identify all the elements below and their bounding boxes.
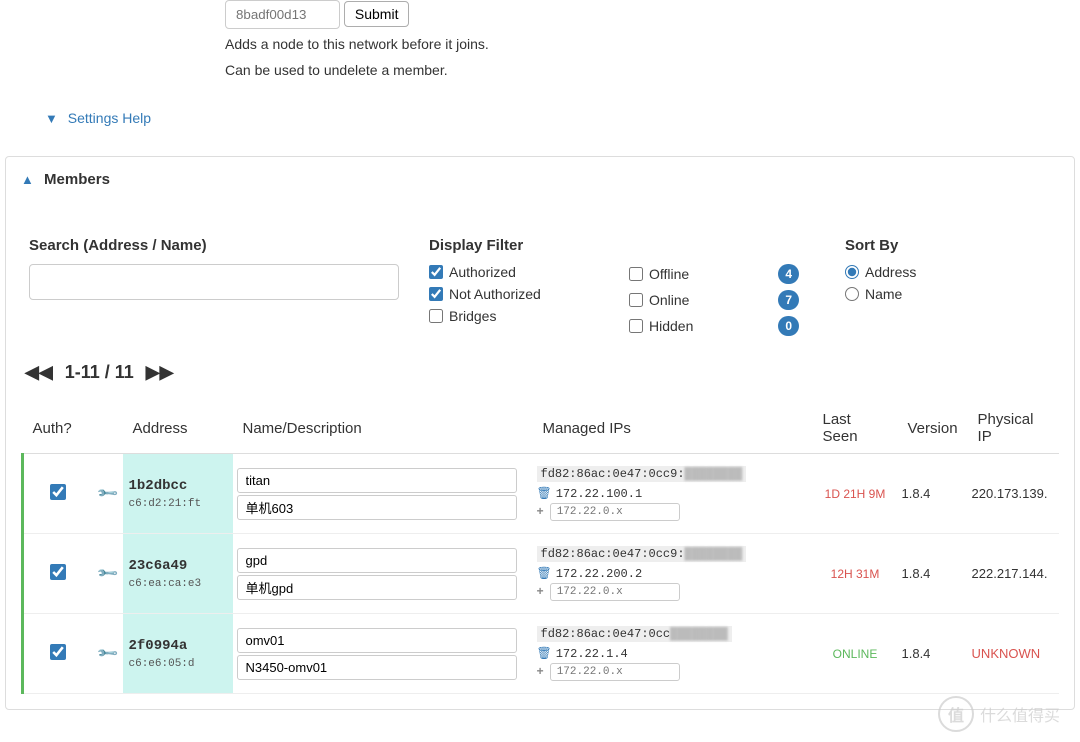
- col-name: Name/Description: [233, 403, 533, 454]
- address-main[interactable]: 2f0994a: [129, 638, 227, 654]
- col-managed-ips: Managed IPs: [533, 403, 813, 454]
- version: 1.8.4: [898, 534, 968, 614]
- name-input[interactable]: [237, 628, 517, 653]
- ip-v4: 172.22.200.2: [556, 567, 642, 581]
- last-seen: 1D 21H 9M: [813, 454, 898, 534]
- desc-input[interactable]: [237, 655, 517, 680]
- table-row: 🔧 2f0994a c6:e6:05:d fd82:86ac:0e47:0cc████…: [23, 614, 1060, 694]
- physical-ip: 222.217.144.: [968, 534, 1059, 614]
- table-row: 🔧 23c6a49 c6:ea:ca:e3 fd82:86ac:0e47:0cc9:█…: [23, 534, 1060, 614]
- filter-hidden[interactable]: [629, 319, 643, 333]
- settings-help-label: Settings Help: [68, 110, 151, 126]
- address-main[interactable]: 1b2dbcc: [129, 478, 227, 494]
- wrench-icon[interactable]: 🔧: [95, 642, 119, 666]
- physical-ip: 220.173.139.: [968, 454, 1059, 534]
- page-range: 1-11 / 11: [65, 362, 134, 383]
- col-last-seen: Last Seen: [813, 403, 898, 454]
- plus-icon[interactable]: +: [537, 585, 544, 599]
- col-version: Version: [898, 403, 968, 454]
- col-address: Address: [123, 403, 233, 454]
- ip-v6: fd82:86ac:0e47:0cc████████: [537, 626, 732, 642]
- badge-online: 7: [778, 290, 799, 310]
- address-mac: c6:ea:ca:e3: [129, 578, 227, 590]
- trash-icon[interactable]: 🗑: [537, 486, 552, 501]
- badge-offline: 4: [778, 264, 799, 284]
- ip-v4: 172.22.1.4: [556, 647, 628, 661]
- sort-name[interactable]: [845, 287, 859, 301]
- wrench-icon[interactable]: 🔧: [95, 482, 119, 506]
- auth-checkbox[interactable]: [50, 564, 66, 580]
- ip-v6: fd82:86ac:0e47:0cc9:████████: [537, 466, 747, 482]
- ip-add-input[interactable]: [550, 503, 680, 521]
- sort-by-label: Sort By: [845, 237, 1079, 254]
- ip-add-input[interactable]: [550, 583, 680, 601]
- version: 1.8.4: [898, 614, 968, 694]
- plus-icon[interactable]: +: [537, 665, 544, 679]
- filter-not-authorized[interactable]: [429, 287, 443, 301]
- desc-input[interactable]: [237, 495, 517, 520]
- search-label: Search (Address / Name): [29, 237, 413, 254]
- col-auth: Auth?: [23, 403, 93, 454]
- settings-help-link[interactable]: ▼ Settings Help: [45, 110, 151, 126]
- name-input[interactable]: [237, 468, 517, 493]
- add-node-help1: Adds a node to this network before it jo…: [225, 35, 1065, 55]
- ip-v6: fd82:86ac:0e47:0cc9:████████: [537, 546, 747, 562]
- col-physical-ip: Physical IP: [968, 403, 1059, 454]
- page-first-icon[interactable]: ◀◀: [25, 362, 53, 383]
- add-node-input[interactable]: [225, 0, 340, 29]
- arrow-down-icon: ▼: [45, 111, 58, 126]
- trash-icon[interactable]: 🗑: [537, 646, 552, 661]
- wrench-icon[interactable]: 🔧: [95, 562, 119, 586]
- version: 1.8.4: [898, 454, 968, 534]
- search-input[interactable]: [29, 264, 399, 300]
- plus-icon[interactable]: +: [537, 505, 544, 519]
- physical-ip: UNKNOWN: [968, 614, 1059, 694]
- address-mac: c6:d2:21:ft: [129, 498, 227, 510]
- badge-hidden: 0: [778, 316, 799, 336]
- trash-icon[interactable]: 🗑: [537, 566, 552, 581]
- name-input[interactable]: [237, 548, 517, 573]
- ip-add-input[interactable]: [550, 663, 680, 681]
- members-heading[interactable]: ▲ Members: [6, 157, 1074, 202]
- filter-online[interactable]: [629, 293, 643, 307]
- last-seen: ONLINE: [813, 614, 898, 694]
- submit-button[interactable]: Submit: [344, 1, 410, 27]
- ip-v4: 172.22.100.1: [556, 487, 642, 501]
- filter-offline[interactable]: [629, 267, 643, 281]
- filter-bridges[interactable]: [429, 309, 443, 323]
- arrow-up-icon: ▲: [21, 172, 34, 187]
- last-seen: 12H 31M: [813, 534, 898, 614]
- filter-authorized[interactable]: [429, 265, 443, 279]
- display-filter-label: Display Filter: [429, 237, 829, 254]
- add-node-help2: Can be used to undelete a member.: [225, 61, 1065, 81]
- auth-checkbox[interactable]: [50, 644, 66, 660]
- sort-address[interactable]: [845, 265, 859, 279]
- desc-input[interactable]: [237, 575, 517, 600]
- auth-checkbox[interactable]: [50, 484, 66, 500]
- address-main[interactable]: 23c6a49: [129, 558, 227, 574]
- table-row: 🔧 1b2dbcc c6:d2:21:ft fd82:86ac:0e47:0cc9:█…: [23, 454, 1060, 534]
- address-mac: c6:e6:05:d: [129, 658, 227, 670]
- page-last-icon[interactable]: ▶▶: [146, 362, 174, 383]
